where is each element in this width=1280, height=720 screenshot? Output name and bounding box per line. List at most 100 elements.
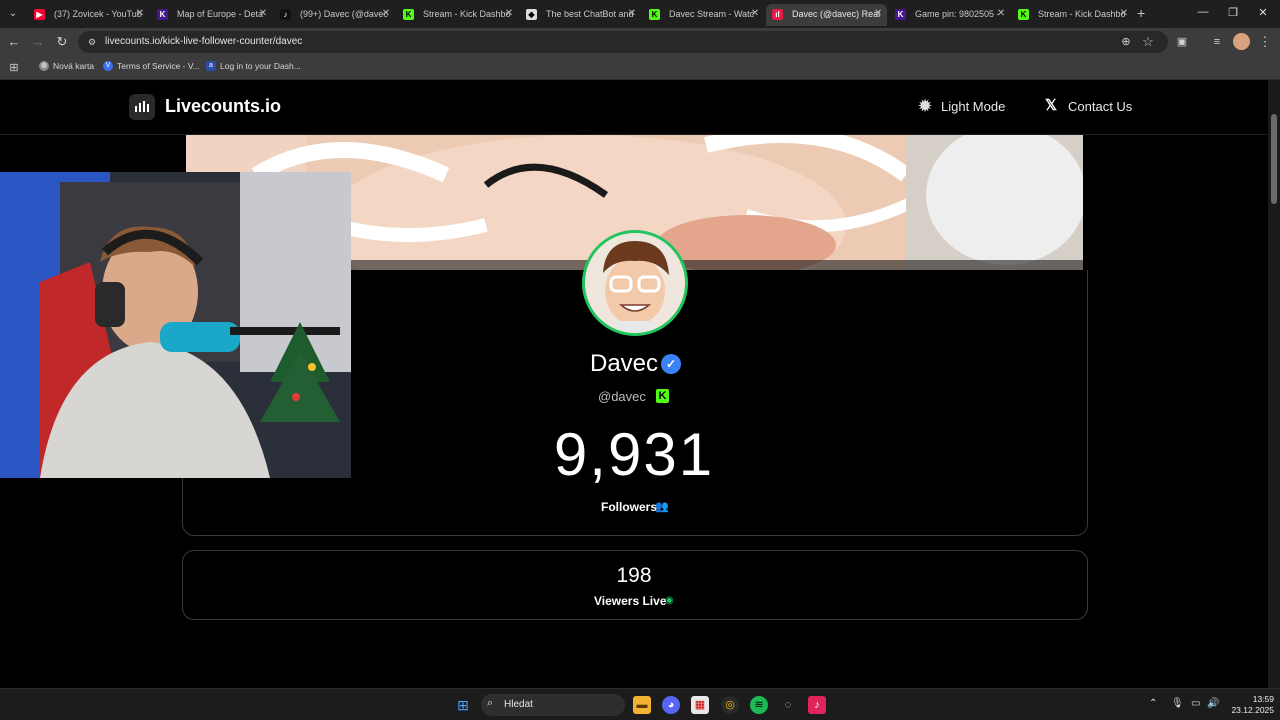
- avatar: [582, 230, 688, 336]
- forward-button[interactable]: →: [30, 34, 46, 50]
- browser-toolbar: ← → ↻ ⚙ livecounts.io/kick-live-follower…: [0, 28, 1280, 56]
- network-icon[interactable]: ▭: [1191, 698, 1200, 709]
- x-logo-icon[interactable]: 𝕏: [1043, 97, 1059, 115]
- verified-badge-icon: ✓: [661, 354, 681, 374]
- windows-taskbar: ⊞ ⌕ Hledat ▬ ◕ ▦ ◎ ≋ ◌ ♪ ⌃ 🎙 ▭ 🔊 13:59 2…: [0, 688, 1280, 720]
- kick-icon: K: [403, 9, 414, 20]
- close-icon[interactable]: ✕: [256, 4, 270, 24]
- kahoot-icon: K: [895, 9, 906, 20]
- tab-title: The best ChatBot and: [546, 9, 634, 19]
- bookmark-label: Nová karta: [53, 61, 95, 71]
- new-tab-button[interactable]: +: [1137, 5, 1145, 21]
- kick-icon: K: [656, 389, 669, 403]
- restore-button[interactable]: ❐: [1226, 6, 1240, 19]
- volume-icon[interactable]: 🔊: [1207, 698, 1219, 709]
- clock-time: 13:59: [1252, 694, 1274, 704]
- microphone-icon[interactable]: 🎙: [1171, 698, 1184, 709]
- logo-icon[interactable]: [129, 94, 155, 120]
- tab-livecounts[interactable]: ıl Davec (@davec) Real ✕: [766, 4, 887, 26]
- tab-title: Davec Stream - Watc: [669, 9, 755, 19]
- taskbar-search-box[interactable]: [481, 694, 625, 716]
- close-icon[interactable]: ✕: [379, 4, 393, 24]
- tab-kahoot-game[interactable]: K Game pin: 9802505 - ✕: [889, 4, 1010, 26]
- browser-tab-bar: ⌄ ▶ (37) Zovicek - YouTub ✕ K Map of Eur…: [0, 0, 1280, 28]
- zoom-icon[interactable]: ⊕: [1118, 34, 1134, 50]
- clock-date: 23.12.2025: [1231, 705, 1274, 715]
- file-explorer-icon[interactable]: ▬: [633, 696, 651, 714]
- bookmarks-bar: ⊞ ◍ Nová karta V Terms of Service - V...…: [0, 56, 1280, 80]
- kahoot-icon: K: [157, 9, 168, 20]
- youtube-icon: ▶: [34, 9, 45, 20]
- bookmark-star-icon[interactable]: ☆: [1140, 34, 1156, 50]
- extensions-icon[interactable]: ▣: [1174, 34, 1190, 50]
- tab-kahoot-map[interactable]: K Map of Europe - Deta ✕: [151, 4, 272, 26]
- webcam-image: [0, 172, 351, 478]
- site-logo[interactable]: Livecounts.io: [165, 96, 281, 117]
- bookmark-terms[interactable]: V Terms of Service - V...: [103, 61, 200, 71]
- close-icon[interactable]: ✕: [748, 4, 762, 24]
- tab-title: (99+) Davec (@davec: [300, 9, 388, 19]
- tab-search-button[interactable]: ⌄: [5, 6, 21, 22]
- chatbot-icon: ◆: [526, 9, 537, 20]
- tab-title: Map of Europe - Deta: [177, 9, 264, 19]
- spotify-icon[interactable]: ≋: [750, 696, 768, 714]
- window-close-button[interactable]: ✕: [1256, 6, 1270, 19]
- search-icon: ⌕: [487, 697, 494, 709]
- close-icon[interactable]: ✕: [1117, 4, 1131, 24]
- tab-chatbot[interactable]: ◆ The best ChatBot and ✕: [520, 4, 641, 26]
- reload-button[interactable]: ↻: [54, 34, 70, 50]
- apps-grid-icon[interactable]: ⊞: [6, 60, 22, 76]
- close-icon[interactable]: ✕: [502, 4, 516, 24]
- v-icon: V: [103, 61, 113, 71]
- site-info-icon[interactable]: ⚙: [86, 36, 98, 48]
- tab-youtube[interactable]: ▶ (37) Zovicek - YouTub ✕: [28, 4, 149, 26]
- tab-title: Stream - Kick Dashbo: [1038, 9, 1126, 19]
- obs-icon[interactable]: ▦: [691, 696, 709, 714]
- a-icon: a: [206, 61, 216, 71]
- media-icon[interactable]: ≡: [1209, 34, 1225, 50]
- tab-title: Stream - Kick Dashbo: [423, 9, 511, 19]
- windows-start-icon[interactable]: ⊞: [454, 696, 472, 714]
- tray-chevron-icon[interactable]: ⌃: [1149, 698, 1157, 709]
- minimize-button[interactable]: —: [1196, 6, 1210, 18]
- tab-kick-dashboard-2[interactable]: K Stream - Kick Dashbo ✕: [1012, 4, 1133, 26]
- scrollbar-thumb[interactable]: [1271, 114, 1277, 204]
- bookmark-login[interactable]: a Log in to your Dash...: [206, 61, 301, 71]
- globe-icon: ◍: [39, 61, 49, 71]
- chrome-icon[interactable]: ◎: [721, 696, 739, 714]
- livecounts-icon: ıl: [772, 9, 783, 20]
- menu-icon[interactable]: ⋮: [1257, 34, 1273, 50]
- viewers-label: Viewers Live: [594, 594, 667, 608]
- close-icon[interactable]: ✕: [133, 4, 147, 24]
- bookmark-label: Terms of Service - V...: [117, 61, 200, 71]
- viewers-count: 198: [616, 564, 652, 587]
- url-text[interactable]: livecounts.io/kick-live-follower-counter…: [105, 36, 302, 47]
- tab-kick-stream[interactable]: K Davec Stream - Watc ✕: [643, 4, 764, 26]
- close-icon[interactable]: ✕: [994, 4, 1008, 24]
- profile-name: Davec: [590, 350, 659, 377]
- discord-icon[interactable]: ◕: [662, 696, 680, 714]
- tiktok-taskbar-icon[interactable]: ♪: [808, 696, 826, 714]
- close-icon[interactable]: ✕: [625, 4, 639, 24]
- contact-us-link[interactable]: Contact Us: [1068, 99, 1132, 114]
- tab-kick-dashboard[interactable]: K Stream - Kick Dashbo ✕: [397, 4, 518, 26]
- kick-icon: K: [649, 9, 660, 20]
- webcam-overlay: [0, 172, 351, 478]
- back-button[interactable]: ←: [6, 34, 22, 50]
- page-scrollbar[interactable]: [1268, 80, 1280, 688]
- taskbar-search-placeholder[interactable]: Hledat: [504, 699, 533, 710]
- steam-icon[interactable]: ◌: [779, 696, 797, 714]
- tab-title: Davec (@davec) Real: [792, 9, 881, 19]
- kick-icon: K: [1018, 9, 1029, 20]
- tab-tiktok[interactable]: ♪ (99+) Davec (@davec ✕: [274, 4, 395, 26]
- site-header: Livecounts.io ✹ Light Mode 𝕏 Contact Us: [0, 80, 1268, 135]
- taskbar-clock[interactable]: 13:59 23.12.2025: [1226, 694, 1274, 716]
- bookmark-label: Log in to your Dash...: [220, 61, 301, 71]
- eye-icon: ◉: [665, 595, 674, 606]
- sun-icon[interactable]: ✹: [914, 95, 936, 117]
- followers-label: Followers: [601, 500, 658, 514]
- close-icon[interactable]: ✕: [871, 4, 885, 24]
- profile-avatar[interactable]: [1233, 33, 1250, 50]
- bookmark-new-tab[interactable]: ◍ Nová karta: [39, 61, 94, 71]
- light-mode-button[interactable]: Light Mode: [941, 99, 1005, 114]
